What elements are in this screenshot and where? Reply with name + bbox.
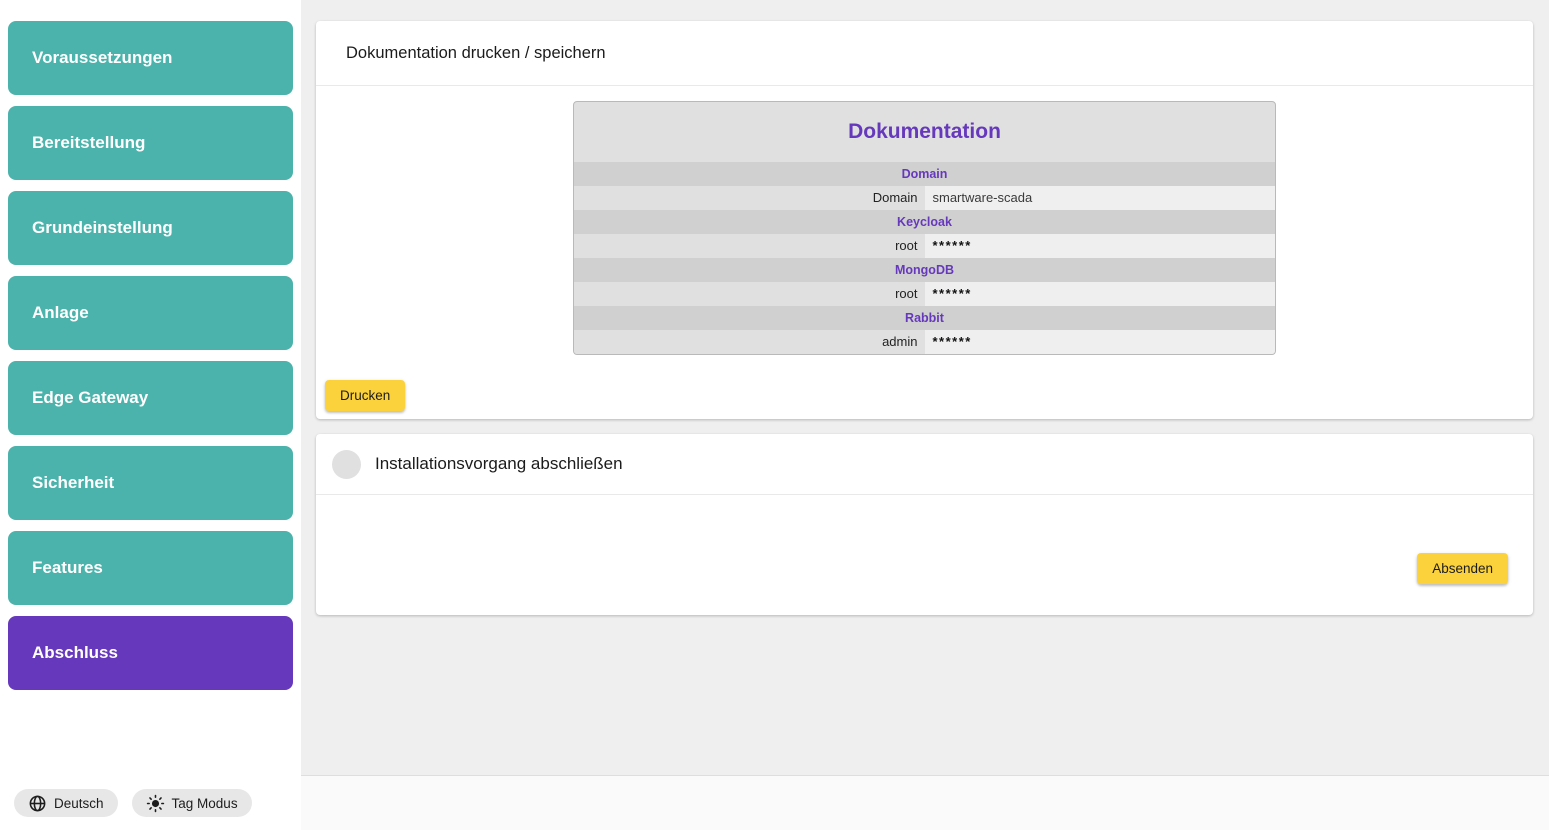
finish-card: Installationsvorgang abschließen Absende… (316, 434, 1533, 615)
sidebar-item-voraussetzungen[interactable]: Voraussetzungen (8, 21, 293, 95)
status-circle (332, 450, 361, 479)
sidebar-item-edge-gateway[interactable]: Edge Gateway (8, 361, 293, 435)
table-row: root****** (574, 234, 1275, 258)
language-label: Deutsch (54, 796, 104, 811)
language-button[interactable]: Deutsch (14, 789, 118, 817)
documentation-card: Dokumentation drucken / speichern Dokume… (316, 21, 1533, 419)
documentation-table-title: Dokumentation (574, 102, 1275, 162)
sidebar-item-anlage[interactable]: Anlage (8, 276, 293, 350)
table-section-header: Keycloak (574, 210, 1275, 234)
print-button[interactable]: Drucken (325, 380, 405, 411)
documentation-table-body: DomainDomainsmartware-scadaKeycloakroot*… (574, 162, 1275, 354)
table-row-label: Domain (574, 186, 925, 210)
finish-card-title: Installationsvorgang abschließen (375, 454, 623, 474)
theme-toggle-button[interactable]: Tag Modus (132, 789, 252, 817)
documentation-card-title: Dokumentation drucken / speichern (316, 21, 1533, 86)
sidebar-item-sicherheit[interactable]: Sicherheit (8, 446, 293, 520)
sidebar: Voraussetzungen Bereitstellung Grundeinste… (0, 0, 301, 830)
sidebar-nav: Voraussetzungen Bereitstellung Grundeinste… (0, 0, 301, 690)
table-row: admin****** (574, 330, 1275, 354)
main-footer-strip (301, 775, 1549, 830)
documentation-table-wrap: Dokumentation DomainDomainsmartware-scad… (316, 86, 1533, 355)
finish-card-header: Installationsvorgang abschließen (316, 434, 1533, 495)
table-row-label: admin (574, 330, 925, 354)
sun-icon (146, 794, 165, 813)
table-row: root****** (574, 282, 1275, 306)
finish-card-body: Absenden (316, 495, 1533, 615)
table-section-header: Rabbit (574, 306, 1275, 330)
table-row-value: ****** (925, 330, 1276, 354)
table-row-value: ****** (925, 234, 1276, 258)
sidebar-item-bereitstellung[interactable]: Bereitstellung (8, 106, 293, 180)
table-row-label: root (574, 282, 925, 306)
main-content: Dokumentation drucken / speichern Dokume… (301, 0, 1549, 830)
sidebar-footer: Deutsch Tag Modus (14, 789, 252, 817)
documentation-table: Dokumentation DomainDomainsmartware-scad… (573, 101, 1276, 355)
globe-icon (28, 794, 47, 813)
table-row-label: root (574, 234, 925, 258)
table-row-value: smartware-scada (925, 186, 1276, 210)
table-row-value: ****** (925, 282, 1276, 306)
table-section-header: Domain (574, 162, 1275, 186)
sidebar-item-features[interactable]: Features (8, 531, 293, 605)
table-section-header: MongoDB (574, 258, 1275, 282)
table-row: Domainsmartware-scada (574, 186, 1275, 210)
sidebar-item-grundeinstellung[interactable]: Grundeinstellung (8, 191, 293, 265)
submit-button[interactable]: Absenden (1417, 553, 1508, 584)
sidebar-item-abschluss[interactable]: Abschluss (8, 616, 293, 690)
theme-toggle-label: Tag Modus (172, 796, 238, 811)
